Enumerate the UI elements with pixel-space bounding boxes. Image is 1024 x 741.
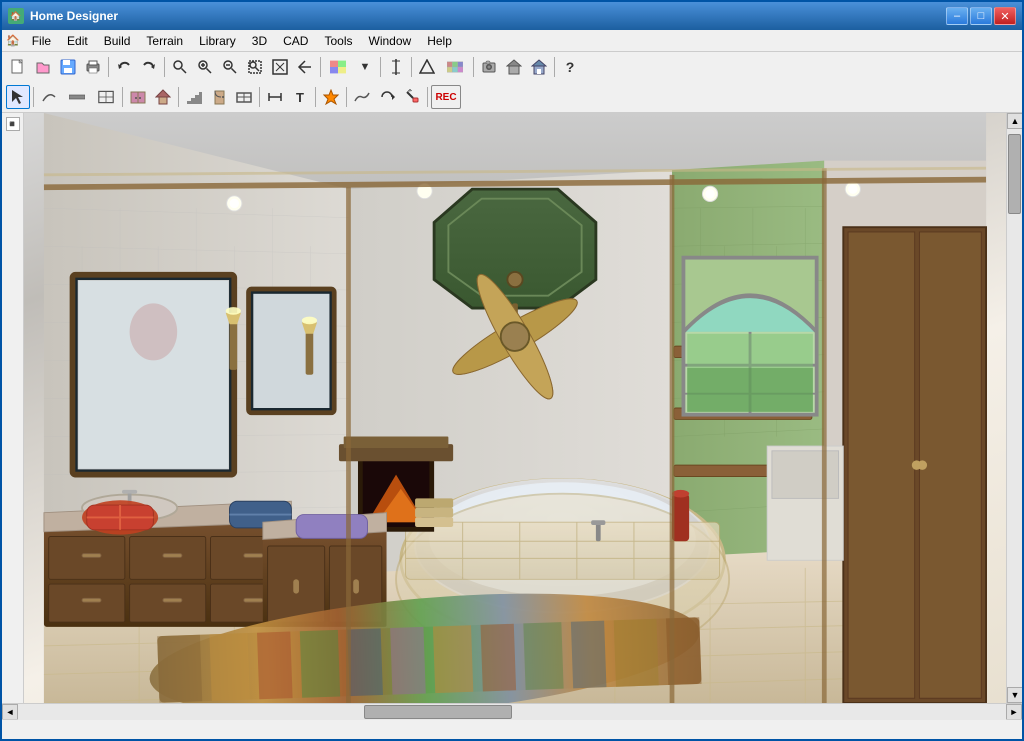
3d-house-button[interactable]: [502, 55, 526, 79]
menu-help[interactable]: Help: [419, 32, 460, 50]
sep2: [164, 57, 165, 77]
help-button[interactable]: ?: [558, 55, 582, 79]
cabinet-tool-button[interactable]: [126, 85, 150, 109]
sep9: [122, 87, 123, 107]
scroll-right-button[interactable]: ►: [1006, 704, 1022, 720]
open-button[interactable]: [31, 55, 55, 79]
window-controls: – □ ✕: [946, 7, 1016, 25]
text-tool-button[interactable]: T: [288, 85, 312, 109]
sep14: [427, 87, 428, 107]
sep12: [315, 87, 316, 107]
zoom-previous-button[interactable]: [293, 55, 317, 79]
ruler-corner: ◾: [6, 117, 20, 131]
camera-view-button[interactable]: [477, 55, 501, 79]
menu-window[interactable]: Window: [361, 32, 420, 50]
record-button[interactable]: REC: [431, 85, 461, 109]
sep4: [380, 57, 381, 77]
sep7: [554, 57, 555, 77]
sep6: [473, 57, 474, 77]
elevation-button[interactable]: [415, 55, 439, 79]
sep3: [320, 57, 321, 77]
rotate-button[interactable]: [375, 85, 399, 109]
undo-button[interactable]: [112, 55, 136, 79]
title-bar: 🏠 Home Designer – □ ✕: [2, 2, 1022, 30]
sep1: [108, 57, 109, 77]
menu-3d[interactable]: 3D: [244, 32, 275, 50]
print-button[interactable]: [81, 55, 105, 79]
scroll-up-button[interactable]: ▲: [1007, 113, 1022, 129]
viewport[interactable]: ✦: [24, 113, 1006, 703]
maximize-button[interactable]: □: [970, 7, 992, 25]
menu-library[interactable]: Library: [191, 32, 244, 50]
door-tool-button[interactable]: [207, 85, 231, 109]
app-icon: 🏠: [8, 8, 24, 24]
3d-scene: ✦: [24, 113, 1006, 703]
horizontal-scrollbar: ◄ ►: [2, 703, 1022, 719]
bottom-area: ◄ ►: [2, 703, 1022, 739]
close-button[interactable]: ✕: [994, 7, 1016, 25]
main-window: 🏠 Home Designer – □ ✕ 🏠 File Edit Build …: [0, 0, 1024, 741]
sep10: [178, 87, 179, 107]
toolbar-row-2: T REC: [2, 82, 1022, 112]
polyline-tool-button[interactable]: [37, 85, 61, 109]
redo-button[interactable]: [137, 55, 161, 79]
stairs-button[interactable]: [182, 85, 206, 109]
scroll-track-vertical[interactable]: [1007, 129, 1022, 687]
menu-file[interactable]: File: [24, 32, 59, 50]
select-tool-button[interactable]: [6, 85, 30, 109]
sep8: [33, 87, 34, 107]
sep5: [411, 57, 412, 77]
scroll-thumb-vertical[interactable]: [1008, 134, 1021, 214]
dropdown-arrow-button[interactable]: ▼: [353, 55, 377, 79]
dimension-button[interactable]: [263, 85, 287, 109]
menu-cad[interactable]: CAD: [275, 32, 316, 50]
window-title: Home Designer: [30, 9, 946, 23]
zoom-find-button[interactable]: [168, 55, 192, 79]
toolbar-area: ▼ ?: [2, 52, 1022, 113]
walkthrough-button[interactable]: [527, 55, 551, 79]
menu-build[interactable]: Build: [96, 32, 139, 50]
toolbar-row-1: ▼ ?: [2, 52, 1022, 82]
measure-button[interactable]: [384, 55, 408, 79]
menu-terrain[interactable]: Terrain: [138, 32, 191, 50]
scroll-left-button[interactable]: ◄: [2, 704, 18, 720]
scroll-down-button[interactable]: ▼: [1007, 687, 1022, 703]
minimize-button[interactable]: –: [946, 7, 968, 25]
sep13: [346, 87, 347, 107]
paint-button[interactable]: [400, 85, 424, 109]
roofing-button[interactable]: [151, 85, 175, 109]
scroll-thumb-horizontal[interactable]: [364, 705, 512, 719]
room-type-button[interactable]: [93, 85, 119, 109]
symbol-button[interactable]: [319, 85, 343, 109]
window-tool-button[interactable]: [232, 85, 256, 109]
scroll-track-horizontal[interactable]: [18, 704, 1006, 720]
wall-tool-button[interactable]: [62, 85, 92, 109]
zoom-in-button[interactable]: [193, 55, 217, 79]
zoom-box-button[interactable]: [243, 55, 267, 79]
main-area: ◾: [2, 113, 1022, 703]
sep11: [259, 87, 260, 107]
texture-lib-button[interactable]: [440, 55, 470, 79]
left-panel: ◾: [2, 113, 24, 703]
new-button[interactable]: [6, 55, 30, 79]
terrain-button[interactable]: [350, 85, 374, 109]
status-bar: [2, 719, 1022, 739]
menu-bar: 🏠 File Edit Build Terrain Library 3D CAD…: [2, 30, 1022, 52]
menu-tools[interactable]: Tools: [316, 32, 360, 50]
system-menu-icon[interactable]: 🏠: [6, 34, 20, 47]
vertical-scrollbar: ▲ ▼: [1006, 113, 1022, 703]
zoom-out-button[interactable]: [218, 55, 242, 79]
fill-window-button[interactable]: [268, 55, 292, 79]
materials-button[interactable]: [324, 55, 352, 79]
menu-edit[interactable]: Edit: [59, 32, 96, 50]
save-button[interactable]: [56, 55, 80, 79]
scene-svg: ✦: [24, 113, 1006, 703]
